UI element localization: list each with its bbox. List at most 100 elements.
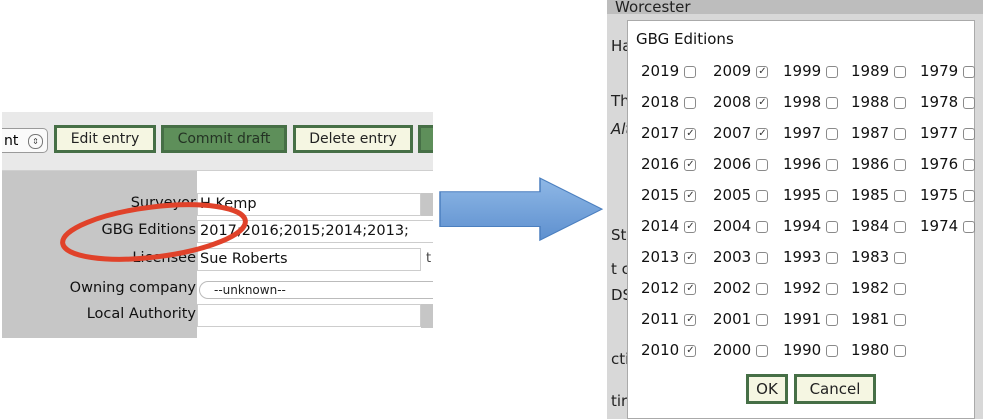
edition-checkbox[interactable] bbox=[894, 65, 907, 78]
edition-checkbox[interactable] bbox=[894, 282, 907, 295]
edition-checkbox[interactable] bbox=[756, 313, 769, 326]
edition-checkbox[interactable] bbox=[756, 158, 769, 171]
edition-option[interactable]: 2013 bbox=[641, 247, 697, 267]
edition-checkbox[interactable] bbox=[963, 96, 976, 109]
edition-checkbox[interactable] bbox=[894, 220, 907, 233]
edition-option[interactable]: 1998 bbox=[783, 92, 839, 112]
edition-checkbox[interactable] bbox=[894, 251, 907, 264]
edition-option[interactable]: 2000 bbox=[713, 340, 769, 360]
edition-checkbox[interactable] bbox=[826, 127, 839, 140]
edition-option[interactable]: 2012 bbox=[641, 278, 697, 298]
edition-checkbox[interactable] bbox=[963, 220, 976, 233]
edition-checkbox-checked[interactable] bbox=[684, 158, 697, 171]
edition-option[interactable]: 1991 bbox=[783, 309, 839, 329]
edition-checkbox-checked[interactable] bbox=[756, 65, 769, 78]
edition-checkbox-checked[interactable] bbox=[684, 344, 697, 357]
edition-option[interactable]: 1999 bbox=[783, 61, 839, 81]
edition-option[interactable]: 2016 bbox=[641, 154, 697, 174]
edition-option[interactable]: 2007 bbox=[713, 123, 769, 143]
edition-option[interactable]: 1982 bbox=[851, 278, 907, 298]
edition-option[interactable]: 2008 bbox=[713, 92, 769, 112]
edition-option[interactable]: 1983 bbox=[851, 247, 907, 267]
edition-checkbox[interactable] bbox=[684, 65, 697, 78]
edition-checkbox-checked[interactable] bbox=[684, 189, 697, 202]
edition-option[interactable]: 2018 bbox=[641, 92, 697, 112]
edition-option[interactable]: 1997 bbox=[783, 123, 839, 143]
edition-option[interactable]: 1992 bbox=[783, 278, 839, 298]
edition-option[interactable]: 2017 bbox=[641, 123, 697, 143]
edition-checkbox[interactable] bbox=[894, 127, 907, 140]
edition-checkbox-checked[interactable] bbox=[684, 127, 697, 140]
edition-option[interactable]: 2003 bbox=[713, 247, 769, 267]
edition-option[interactable]: 1995 bbox=[783, 185, 839, 205]
edition-option[interactable]: 2019 bbox=[641, 61, 697, 81]
edition-option[interactable]: 2010 bbox=[641, 340, 697, 360]
edition-option[interactable]: 1981 bbox=[851, 309, 907, 329]
edition-checkbox[interactable] bbox=[826, 96, 839, 109]
edition-checkbox-checked[interactable] bbox=[684, 251, 697, 264]
edition-checkbox[interactable] bbox=[826, 220, 839, 233]
edition-option[interactable]: 2001 bbox=[713, 309, 769, 329]
edition-option[interactable]: 1975 bbox=[920, 185, 976, 205]
edition-checkbox[interactable] bbox=[756, 282, 769, 295]
edition-option[interactable]: 2011 bbox=[641, 309, 697, 329]
edition-checkbox[interactable] bbox=[894, 344, 907, 357]
edition-checkbox[interactable] bbox=[894, 158, 907, 171]
edition-option[interactable]: 1977 bbox=[920, 123, 976, 143]
edition-checkbox[interactable] bbox=[826, 65, 839, 78]
edition-option[interactable]: 2015 bbox=[641, 185, 697, 205]
edition-option[interactable]: 1976 bbox=[920, 154, 976, 174]
local-authority-input[interactable] bbox=[197, 304, 421, 327]
edition-checkbox[interactable] bbox=[826, 313, 839, 326]
edition-checkbox[interactable] bbox=[826, 251, 839, 264]
edition-checkbox[interactable] bbox=[894, 313, 907, 326]
edition-checkbox[interactable] bbox=[756, 220, 769, 233]
edit-entry-button[interactable]: Edit entry bbox=[54, 125, 156, 153]
edition-checkbox[interactable] bbox=[963, 189, 976, 202]
edition-option[interactable]: 1988 bbox=[851, 92, 907, 112]
edition-checkbox[interactable] bbox=[894, 189, 907, 202]
edition-option[interactable]: 1985 bbox=[851, 185, 907, 205]
edition-checkbox[interactable] bbox=[826, 282, 839, 295]
edition-option[interactable]: 1994 bbox=[783, 216, 839, 236]
edition-checkbox[interactable] bbox=[756, 189, 769, 202]
edition-option[interactable]: 1978 bbox=[920, 92, 976, 112]
edition-checkbox[interactable] bbox=[756, 344, 769, 357]
delete-entry-button[interactable]: Delete entry bbox=[293, 125, 413, 153]
edition-option[interactable]: 2009 bbox=[713, 61, 769, 81]
edition-checkbox[interactable] bbox=[894, 96, 907, 109]
edition-checkbox[interactable] bbox=[826, 158, 839, 171]
edition-option[interactable]: 1993 bbox=[783, 247, 839, 267]
edition-option[interactable]: 1979 bbox=[920, 61, 976, 81]
edition-option[interactable]: 1987 bbox=[851, 123, 907, 143]
edition-checkbox-checked[interactable] bbox=[684, 313, 697, 326]
edition-option[interactable]: 1986 bbox=[851, 154, 907, 174]
owning-company-select[interactable]: --unknown-- bbox=[199, 281, 433, 299]
edition-option[interactable]: 2004 bbox=[713, 216, 769, 236]
ok-button[interactable]: OK bbox=[746, 374, 788, 404]
edition-checkbox[interactable] bbox=[826, 189, 839, 202]
edition-checkbox-checked[interactable] bbox=[756, 127, 769, 140]
edition-checkbox[interactable] bbox=[756, 251, 769, 264]
commit-draft-button[interactable]: Commit draft bbox=[161, 125, 287, 153]
edition-option[interactable]: 1980 bbox=[851, 340, 907, 360]
edition-checkbox[interactable] bbox=[963, 65, 976, 78]
edition-option[interactable]: 1989 bbox=[851, 61, 907, 81]
edition-checkbox[interactable] bbox=[963, 127, 976, 140]
edition-option[interactable]: 2006 bbox=[713, 154, 769, 174]
edition-checkbox[interactable] bbox=[684, 96, 697, 109]
action-select[interactable]: nt ⇕ bbox=[2, 128, 48, 153]
edition-checkbox[interactable] bbox=[963, 158, 976, 171]
edition-option[interactable]: 2002 bbox=[713, 278, 769, 298]
edition-option[interactable]: 1996 bbox=[783, 154, 839, 174]
edition-checkbox-checked[interactable] bbox=[684, 282, 697, 295]
edition-option[interactable]: 2014 bbox=[641, 216, 697, 236]
edition-option[interactable]: 2005 bbox=[713, 185, 769, 205]
edition-checkbox-checked[interactable] bbox=[756, 96, 769, 109]
edition-checkbox[interactable] bbox=[826, 344, 839, 357]
edition-option[interactable]: 1974 bbox=[920, 216, 976, 236]
edition-option[interactable]: 1990 bbox=[783, 340, 839, 360]
cancel-button[interactable]: Cancel bbox=[794, 374, 876, 404]
more-button-stub[interactable] bbox=[418, 125, 433, 153]
edition-checkbox-checked[interactable] bbox=[684, 220, 697, 233]
